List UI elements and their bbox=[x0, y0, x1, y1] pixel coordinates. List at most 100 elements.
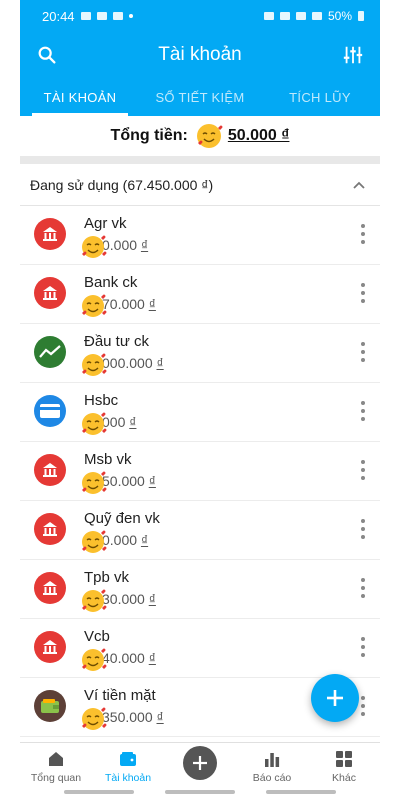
account-name: Msb vk bbox=[84, 451, 132, 468]
more-options-icon[interactable] bbox=[360, 519, 366, 539]
more-options-icon[interactable] bbox=[360, 342, 366, 362]
more-notifications-icon bbox=[128, 14, 133, 18]
balance-value: 50.000 bbox=[102, 473, 145, 489]
currency-symbol: ₫ bbox=[148, 650, 156, 666]
status-time: 20:44 bbox=[42, 8, 75, 24]
account-name: Hsbc bbox=[84, 392, 119, 409]
more-options-icon[interactable] bbox=[360, 224, 366, 244]
bank-icon bbox=[34, 218, 66, 250]
nav-accounts[interactable]: Tài khoản bbox=[92, 743, 164, 788]
currency-symbol: ₫ bbox=[140, 237, 149, 253]
balance-value: 70.000 bbox=[102, 296, 145, 312]
gesture-bar-left bbox=[64, 790, 134, 794]
balance-value: 30.000 bbox=[102, 591, 145, 607]
smiling-hearts-emoji-icon bbox=[82, 235, 107, 258]
smiling-hearts-emoji-icon bbox=[82, 530, 107, 553]
smiling-hearts-emoji-icon bbox=[82, 412, 107, 435]
grid-icon bbox=[336, 751, 352, 767]
status-bar: 20:44 50% bbox=[20, 0, 380, 32]
smiling-hearts-emoji-icon bbox=[82, 648, 107, 671]
nav-more-label: Khác bbox=[332, 772, 356, 784]
section-header-in-use[interactable]: Đang sử dụng (67.450.000 ₫) bbox=[20, 164, 380, 206]
zalo-notification-icon-2 bbox=[112, 12, 123, 20]
tab-savings[interactable]: SỔ TIẾT KIỆM bbox=[140, 78, 260, 116]
balance-value: 000.000 bbox=[102, 355, 153, 371]
account-row[interactable]: Hsbc 000 ₫ bbox=[20, 383, 380, 442]
account-row[interactable]: Vcb 40.000 ₫ bbox=[20, 619, 380, 678]
account-name: Vcb bbox=[84, 628, 110, 645]
card-icon bbox=[34, 395, 66, 427]
gallery-notification-icon bbox=[80, 12, 91, 20]
smiling-hearts-emoji-icon bbox=[82, 353, 107, 376]
account-row[interactable]: Đầu tư ck 000.000 ₫ bbox=[20, 324, 380, 383]
nav-more[interactable]: Khác bbox=[308, 743, 380, 788]
currency-symbol: ₫ bbox=[129, 414, 137, 430]
chart-icon bbox=[34, 336, 66, 368]
account-name: Ví tiền mặt bbox=[84, 687, 156, 704]
bank-icon bbox=[34, 631, 66, 663]
account-list: Agr vk 0.000 ₫ Bank ck 70.000 ₫ Đầu tư ck 000… bbox=[20, 206, 380, 742]
section-label: Đang sử dụng (67.450.000 ₫) bbox=[30, 176, 214, 193]
currency-symbol: ₫ bbox=[148, 296, 156, 312]
currency-symbol: ₫ bbox=[156, 709, 164, 725]
account-row[interactable]: Quỹ đen vk 0.000 ₫ bbox=[20, 501, 380, 560]
account-name: Agr vk bbox=[84, 215, 127, 232]
account-name: Đầu tư ck bbox=[84, 333, 150, 350]
bar-chart-icon bbox=[265, 753, 280, 767]
more-options-icon[interactable] bbox=[360, 696, 366, 716]
home-icon bbox=[49, 752, 63, 766]
more-options-icon[interactable] bbox=[360, 283, 366, 303]
app-bar: Tài khoản bbox=[20, 32, 380, 78]
account-row[interactable]: Agr vk 0.000 ₫ bbox=[20, 206, 380, 265]
add-transaction-button[interactable] bbox=[183, 745, 217, 780]
tab-accounts[interactable]: TÀI KHOẢN bbox=[20, 78, 140, 116]
wallet-icon bbox=[120, 752, 136, 766]
nav-overview[interactable]: Tổng quan bbox=[20, 743, 92, 788]
section-divider bbox=[20, 156, 380, 164]
chevron-up-icon[interactable] bbox=[352, 178, 366, 192]
gesture-bar-center bbox=[165, 790, 235, 794]
total-amount: 50.000 ₫ bbox=[227, 127, 290, 144]
signal-icon bbox=[311, 12, 322, 20]
smiling-hearts-emoji-icon bbox=[82, 294, 107, 317]
bank-icon bbox=[34, 277, 66, 309]
currency-symbol: ₫ bbox=[156, 355, 164, 371]
account-row[interactable]: Bank ck 70.000 ₫ bbox=[20, 265, 380, 324]
page-title: Tài khoản bbox=[158, 44, 242, 65]
nav-accounts-label: Tài khoản bbox=[104, 772, 152, 784]
battery-icon bbox=[358, 11, 364, 21]
bank-icon bbox=[34, 572, 66, 604]
nav-add[interactable] bbox=[164, 743, 236, 788]
account-row[interactable]: Tpb vk 30.000 ₫ bbox=[20, 560, 380, 619]
nav-reports[interactable]: Báo cáo bbox=[236, 743, 308, 788]
balance-value: 350.000 bbox=[102, 709, 153, 725]
mute-icon bbox=[279, 12, 290, 20]
more-options-icon[interactable] bbox=[360, 401, 366, 421]
more-options-icon[interactable] bbox=[360, 637, 366, 657]
balance-value: 40.000 bbox=[102, 650, 145, 666]
tab-accumulation[interactable]: TÍCH LŨY bbox=[260, 78, 380, 116]
smiling-hearts-emoji-icon bbox=[82, 707, 107, 730]
smiling-hearts-emoji-icon bbox=[196, 124, 223, 148]
account-row[interactable]: Msb vk 50.000 ₫ bbox=[20, 442, 380, 501]
smiling-hearts-emoji-icon bbox=[82, 589, 107, 612]
wifi-icon bbox=[295, 12, 306, 20]
bottom-navigation: Tổng quan Tài khoản Báo cáo Khác bbox=[20, 742, 380, 788]
nav-reports-label: Báo cáo bbox=[252, 772, 292, 784]
wallet-icon bbox=[34, 690, 66, 722]
total-balance: Tổng tiền: 50.000 ₫ bbox=[20, 116, 380, 156]
currency-symbol: ₫ bbox=[148, 591, 156, 607]
account-name: Tpb vk bbox=[84, 569, 130, 586]
bank-icon bbox=[34, 454, 66, 486]
more-options-icon[interactable] bbox=[360, 460, 366, 480]
plus-icon bbox=[327, 690, 343, 706]
battery-percent: 50% bbox=[327, 9, 352, 23]
account-name: Bank ck bbox=[84, 274, 138, 291]
currency-symbol: ₫ bbox=[148, 473, 156, 489]
bank-icon bbox=[34, 513, 66, 545]
smiling-hearts-emoji-icon bbox=[82, 471, 107, 494]
more-options-icon[interactable] bbox=[360, 578, 366, 598]
nav-overview-label: Tổng quan bbox=[30, 772, 82, 784]
filter-settings-icon[interactable] bbox=[342, 44, 364, 66]
add-account-fab[interactable] bbox=[311, 674, 359, 722]
